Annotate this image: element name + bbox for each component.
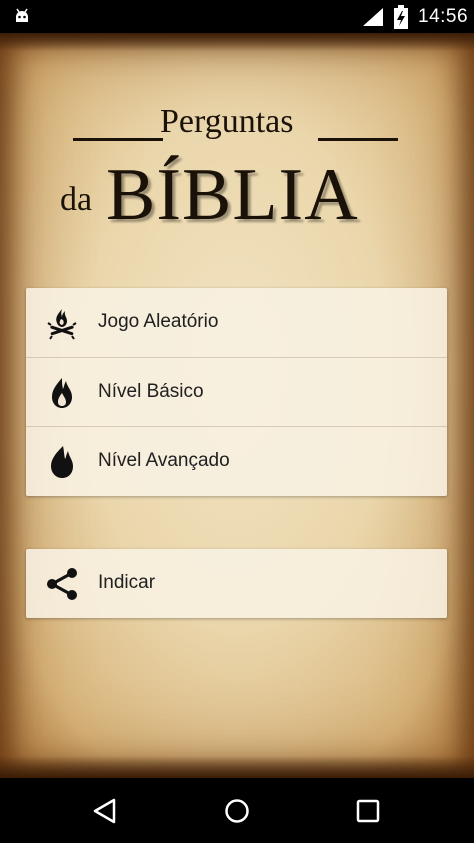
menu-item-label: Nível Avançado xyxy=(98,450,230,471)
menu-item-label: Nível Básico xyxy=(98,381,204,402)
parchment-burn-top xyxy=(0,33,474,51)
android-icon xyxy=(16,8,28,22)
app-logo: Perguntas da BÍBLIA xyxy=(60,103,420,243)
campfire-icon xyxy=(47,309,77,340)
menu-item-basic-level[interactable]: Nível Básico xyxy=(26,357,447,426)
logo-rule-left xyxy=(73,138,163,141)
logo-rule-right xyxy=(318,138,398,141)
status-clock: 14:56 xyxy=(418,6,469,27)
back-icon[interactable] xyxy=(90,796,120,826)
navigation-bar xyxy=(0,778,474,843)
signal-icon xyxy=(363,8,383,26)
battery-icon xyxy=(394,5,408,29)
share-label: Indicar xyxy=(98,572,156,593)
logo-perguntas: Perguntas xyxy=(160,103,294,140)
recents-icon[interactable] xyxy=(353,796,383,826)
flame-small-icon xyxy=(52,378,72,408)
menu-item-random-game[interactable]: Jogo Aleatório xyxy=(26,288,447,357)
share-icon xyxy=(47,568,77,600)
flame-large-icon xyxy=(51,446,73,478)
logo-da: da xyxy=(60,181,93,218)
menu-item-advanced-level[interactable]: Nível Avançado xyxy=(26,426,447,495)
parchment-background: Perguntas da BÍBLIA Jogo Aleatório Nível xyxy=(0,33,474,778)
logo-biblia: BÍBLIA xyxy=(106,154,359,236)
share-card: Indicar xyxy=(26,549,447,618)
share-button[interactable]: Indicar xyxy=(26,549,447,618)
home-icon[interactable] xyxy=(222,796,252,826)
parchment-burn-bottom xyxy=(0,756,474,778)
menu-item-label: Jogo Aleatório xyxy=(98,311,219,332)
menu-card: Jogo Aleatório Nível Básico Nível Avança… xyxy=(26,288,447,496)
status-bar: 14:56 xyxy=(0,0,474,33)
